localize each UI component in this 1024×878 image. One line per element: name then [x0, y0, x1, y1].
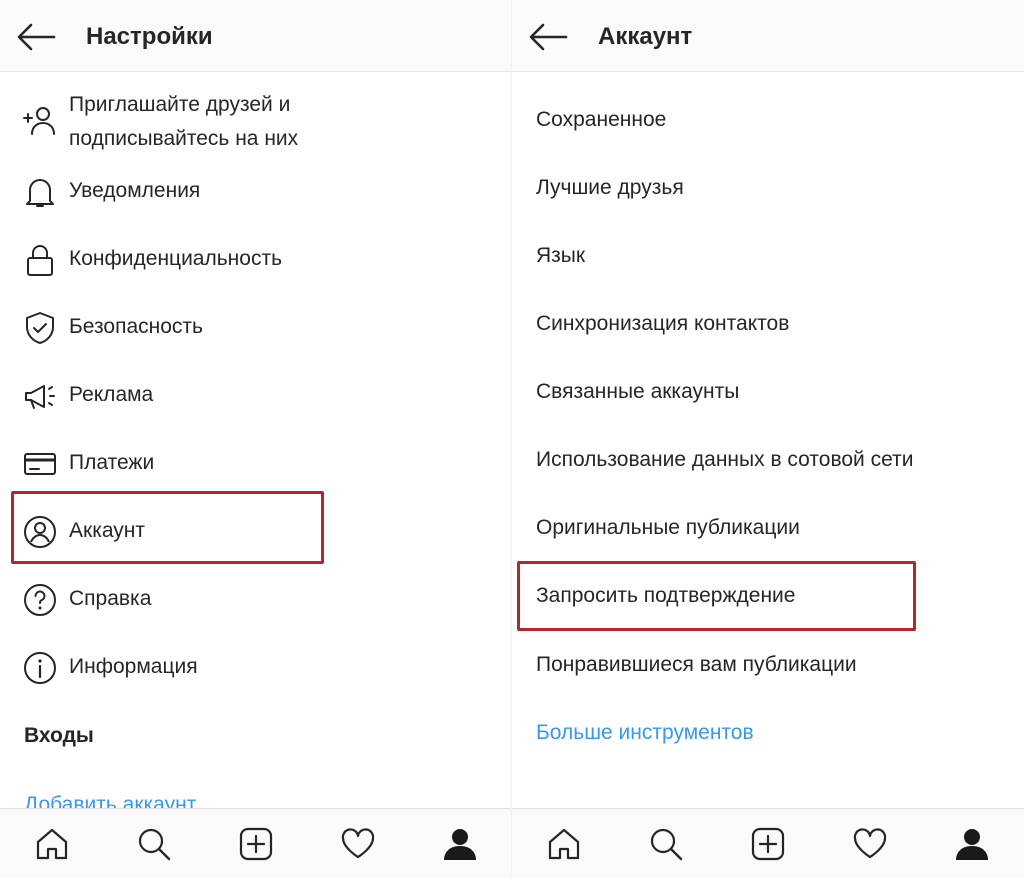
- settings-item-payments[interactable]: Платежи: [0, 434, 512, 494]
- settings-item-about[interactable]: Информация: [0, 638, 512, 698]
- nav-home-button[interactable]: [546, 826, 582, 862]
- add-person-icon: [22, 104, 58, 140]
- account-item-contacts-sync[interactable]: Синхронизация контактов: [512, 295, 1024, 355]
- new-post-icon: [239, 827, 273, 861]
- shield-check-icon: [22, 310, 58, 346]
- settings-item-security[interactable]: Безопасность: [0, 298, 512, 358]
- nav-new-post-button[interactable]: [750, 826, 786, 862]
- back-arrow-icon: [529, 23, 568, 51]
- settings-header: Настройки: [0, 0, 512, 72]
- heart-icon: [853, 828, 887, 859]
- account-item-label: Оригинальные публикации: [536, 516, 800, 539]
- nav-activity-button[interactable]: [852, 826, 888, 862]
- settings-item-label: Информация: [69, 655, 198, 678]
- settings-item-notifications[interactable]: Уведомления: [0, 162, 512, 222]
- account-item-label: Использование данных в сотовой сети: [536, 448, 914, 471]
- settings-item-label: Реклама: [69, 383, 154, 406]
- account-item-label: Связанные аккаунты: [536, 380, 740, 403]
- account-item-close-friends[interactable]: Лучшие друзья: [512, 159, 1024, 219]
- back-button[interactable]: [16, 21, 56, 53]
- bottom-nav-bar: [512, 808, 1024, 878]
- settings-item-label: Аккаунт: [69, 519, 146, 542]
- nav-search-button[interactable]: [648, 826, 684, 862]
- settings-item-help[interactable]: Справка: [0, 570, 512, 630]
- account-screen: Аккаунт Сохраненное Лучшие друзья Язык С…: [512, 0, 1024, 878]
- account-circle-icon: [22, 514, 58, 550]
- account-item-language[interactable]: Язык: [512, 227, 1024, 287]
- search-icon: [138, 828, 171, 861]
- settings-item-account[interactable]: Аккаунт: [0, 502, 512, 562]
- page-title: Настройки: [86, 23, 213, 50]
- account-item-label: Синхронизация контактов: [536, 312, 790, 335]
- account-item-liked-posts[interactable]: Понравившиеся вам публикации: [512, 636, 1024, 696]
- info-circle-icon: [22, 650, 58, 686]
- section-heading-logins: Входы: [24, 724, 94, 747]
- settings-item-label: Справка: [69, 587, 152, 610]
- new-post-icon: [751, 827, 785, 861]
- settings-item-privacy[interactable]: Конфиденциальность: [0, 230, 512, 290]
- nav-search-button[interactable]: [136, 826, 172, 862]
- more-tools-link[interactable]: Больше инструментов: [512, 704, 1024, 764]
- account-item-linked-accounts[interactable]: Связанные аккаунты: [512, 363, 1024, 423]
- card-icon: [22, 446, 58, 482]
- account-item-saved[interactable]: Сохраненное: [512, 91, 1024, 151]
- settings-item-invite-friends[interactable]: Приглашайте друзей и подписывайтесь на н…: [0, 88, 512, 158]
- settings-screen: Настройки Приглашайте друзей и подписыва…: [0, 0, 512, 878]
- home-icon: [36, 828, 68, 860]
- heart-icon: [341, 828, 375, 859]
- bottom-nav-bar: [0, 808, 512, 878]
- nav-profile-button[interactable]: [442, 826, 478, 862]
- more-tools-label: Больше инструментов: [536, 721, 754, 744]
- account-item-original-posts[interactable]: Оригинальные публикации: [512, 499, 1024, 559]
- account-item-label: Лучшие друзья: [536, 176, 684, 199]
- home-icon: [548, 828, 580, 860]
- account-item-label: Сохраненное: [536, 108, 667, 131]
- account-header: Аккаунт: [512, 0, 1024, 72]
- settings-item-label: Уведомления: [69, 179, 201, 202]
- profile-icon: [956, 829, 988, 860]
- profile-icon: [444, 829, 476, 860]
- nav-home-button[interactable]: [34, 826, 70, 862]
- settings-item-label: Безопасность: [69, 315, 203, 338]
- settings-item-ads[interactable]: Реклама: [0, 366, 512, 426]
- account-item-cellular-data[interactable]: Использование данных в сотовой сети: [512, 431, 1024, 491]
- megaphone-icon: [22, 378, 58, 414]
- bell-icon: [22, 174, 58, 210]
- page-title: Аккаунт: [598, 23, 693, 50]
- help-circle-icon: [22, 582, 58, 618]
- account-item-label: Понравившиеся вам публикации: [536, 653, 857, 676]
- account-item-label: Язык: [536, 244, 586, 267]
- back-arrow-icon: [17, 23, 56, 51]
- settings-item-label: Конфиденциальность: [69, 247, 283, 270]
- account-item-request-verification[interactable]: Запросить подтверждение: [512, 567, 1024, 627]
- nav-new-post-button[interactable]: [238, 826, 274, 862]
- lock-icon: [22, 242, 58, 278]
- account-item-label: Запросить подтверждение: [536, 584, 796, 607]
- search-icon: [650, 828, 683, 861]
- settings-item-label: Приглашайте друзей и подписывайтесь на н…: [69, 93, 299, 150]
- back-button[interactable]: [528, 21, 568, 53]
- nav-activity-button[interactable]: [340, 826, 376, 862]
- settings-item-label: Платежи: [69, 451, 155, 474]
- nav-profile-button[interactable]: [954, 826, 990, 862]
